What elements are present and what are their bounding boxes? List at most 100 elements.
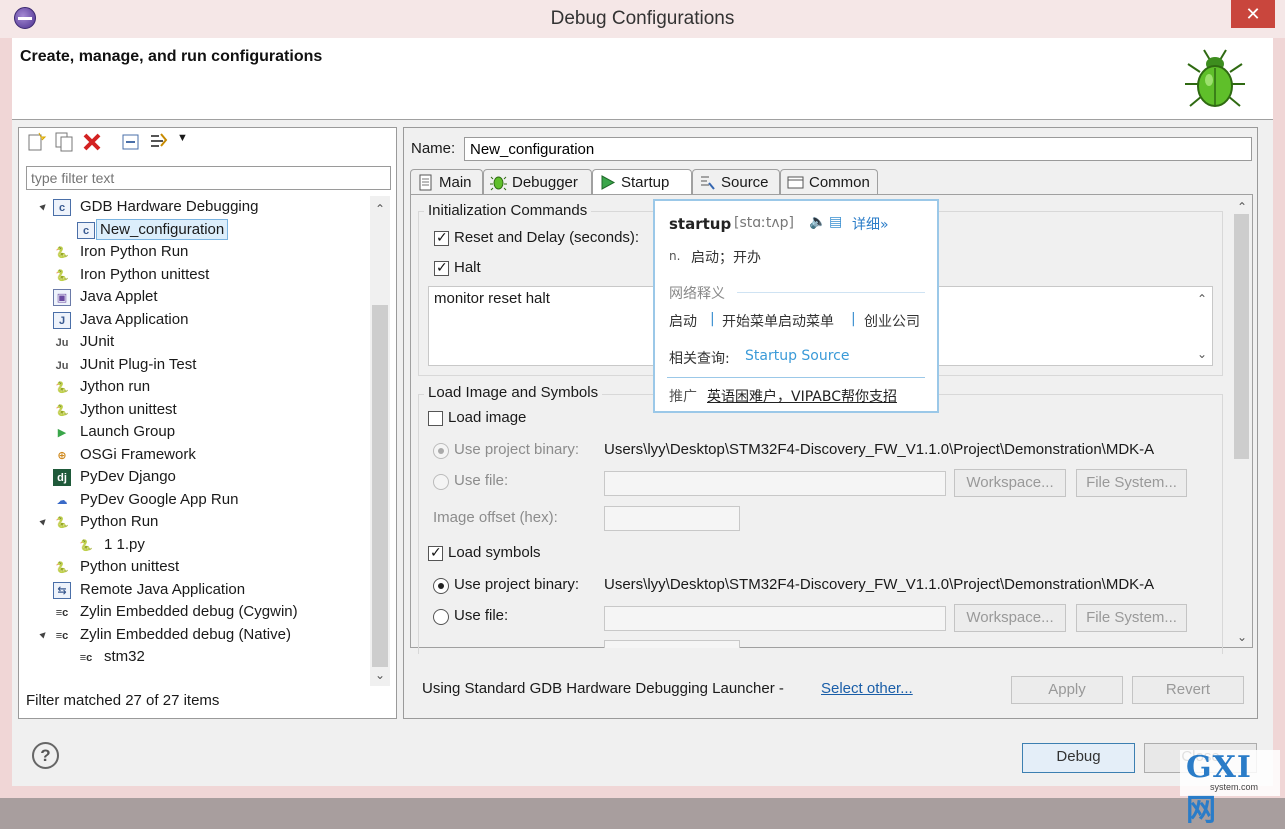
tree-item-label: OSGi Framework xyxy=(80,445,196,463)
filter-icon[interactable] xyxy=(148,131,170,153)
tree-item-label: Java Application xyxy=(80,310,189,328)
filter-input[interactable] xyxy=(26,166,391,190)
dictionary-popup: startup [stɑːtʌp] 🔈 ▤ 详细» n. 启动；开办 网络释义 … xyxy=(653,199,939,413)
close-window-button[interactable]: ✕ xyxy=(1231,0,1275,28)
duplicate-icon[interactable] xyxy=(53,131,75,153)
tree-toolbar: ▼ xyxy=(20,131,200,157)
tree-item[interactable]: ▲ ≡c Zylin Embedded debug (Native) xyxy=(20,624,370,646)
image-file-input[interactable] xyxy=(604,471,946,496)
speaker-icon[interactable]: 🔈 xyxy=(809,214,826,230)
dict-promo-link[interactable]: 英语困难户，VIPABC帮你支招 xyxy=(707,386,897,406)
tree-item[interactable]: ⊕ OSGi Framework xyxy=(20,444,370,466)
launcher-text: Using Standard GDB Hardware Debugging La… xyxy=(422,680,784,697)
python-unittest-icon: 🐍 xyxy=(55,269,69,282)
java-app-icon: J xyxy=(53,311,71,329)
symbols-file-input[interactable] xyxy=(604,606,946,631)
tree-item[interactable]: ▲ 🐍 Python Run xyxy=(20,511,370,533)
tab-main[interactable]: Main xyxy=(410,169,483,195)
load-image-label: Load image xyxy=(448,409,527,426)
help-icon[interactable]: ? xyxy=(32,742,59,769)
expand-twisty-icon[interactable]: ▲ xyxy=(32,511,55,534)
scroll-up-icon[interactable]: ⌃ xyxy=(370,200,390,218)
image-project-binary-radio[interactable] xyxy=(433,443,449,459)
collapse-all-icon[interactable] xyxy=(120,131,142,153)
tree-item[interactable]: 🐍 Jython unittest xyxy=(20,399,370,421)
load-symbols-checkbox[interactable] xyxy=(428,544,443,561)
select-other-link[interactable]: Select other... xyxy=(821,680,913,697)
tree-item[interactable]: ▣ Java Applet xyxy=(20,286,370,308)
reset-delay-checkbox[interactable] xyxy=(434,229,449,246)
image-offset-input[interactable] xyxy=(604,506,740,531)
tree-item-label: 1 1.py xyxy=(104,535,145,553)
tree-item[interactable]: Ju JUnit xyxy=(20,331,370,353)
expand-twisty-icon[interactable]: ▲ xyxy=(32,196,55,219)
symbols-workspace-button[interactable]: Workspace... xyxy=(954,604,1066,632)
image-workspace-button[interactable]: Workspace... xyxy=(954,469,1066,497)
tab-source[interactable]: Source xyxy=(692,169,780,195)
image-filesystem-button[interactable]: File System... xyxy=(1076,469,1187,497)
config-tree: ▲ c GDB Hardware Debugging c New_configurati… xyxy=(20,196,370,671)
tree-item-label: Zylin Embedded debug (Cygwin) xyxy=(80,603,298,620)
scroll-down-icon[interactable]: ⌄ xyxy=(1232,628,1252,646)
scroll-down-icon[interactable]: ⌄ xyxy=(370,666,390,684)
scroll-down-icon[interactable]: ⌄ xyxy=(1192,345,1212,363)
tab-label: Debugger xyxy=(512,174,578,191)
jython-unittest-icon: 🐍 xyxy=(55,404,69,417)
window-title: Debug Configurations xyxy=(550,8,735,29)
image-use-file-radio[interactable] xyxy=(433,474,449,490)
halt-checkbox[interactable] xyxy=(434,259,449,276)
symbols-project-binary-radio[interactable] xyxy=(433,578,449,594)
dict-web-item: 开始菜单启动菜单 xyxy=(722,314,834,330)
symbols-offset-input[interactable] xyxy=(604,640,740,648)
tab-debugger[interactable]: Debugger xyxy=(483,169,592,195)
load-image-checkbox[interactable] xyxy=(428,411,443,426)
tree-item[interactable]: dj PyDev Django xyxy=(20,466,370,488)
tree-item-label: Iron Python unittest xyxy=(80,265,210,283)
tree-item[interactable]: 🐍 Iron Python unittest xyxy=(20,264,370,286)
debug-bug-icon xyxy=(1185,49,1245,107)
debug-button[interactable]: Debug xyxy=(1022,743,1135,773)
tab-common[interactable]: Common xyxy=(780,169,878,195)
window-border xyxy=(1273,38,1285,798)
image-offset-label: Image offset (hex): xyxy=(433,509,558,526)
chevron-down-icon[interactable]: ▼ xyxy=(177,132,188,144)
revert-button[interactable]: Revert xyxy=(1132,676,1244,704)
tree-item[interactable]: 🐍 Iron Python Run xyxy=(20,241,370,263)
content-scrollbar-thumb[interactable] xyxy=(1234,214,1249,459)
tree-item-label: Python Run xyxy=(80,513,159,530)
tree-item[interactable]: J Java Application xyxy=(20,309,370,331)
apply-button[interactable]: Apply xyxy=(1011,676,1123,704)
tree-item[interactable]: 🐍 Jython run xyxy=(20,376,370,398)
tree-item-label: PyDev Google App Run xyxy=(80,490,239,508)
dict-pos: n. xyxy=(669,249,681,263)
tab-label: Source xyxy=(721,174,769,191)
tree-item[interactable]: 🐍 1 1.py xyxy=(20,534,370,556)
tree-item[interactable]: ▲ c GDB Hardware Debugging xyxy=(20,196,370,218)
tree-item[interactable]: Ju JUnit Plug-in Test xyxy=(20,354,370,376)
tree-item[interactable]: 🐍 Python unittest xyxy=(20,556,370,578)
scroll-up-icon[interactable]: ⌃ xyxy=(1192,290,1212,308)
dict-related-link[interactable]: Startup Source xyxy=(745,348,850,364)
expand-twisty-icon[interactable]: ▲ xyxy=(32,623,55,646)
filter-status: Filter matched 27 of 27 items xyxy=(26,692,220,709)
name-input[interactable] xyxy=(464,137,1252,161)
init-group-title: Initialization Commands xyxy=(424,202,592,219)
tree-item[interactable]: ≡c stm32 xyxy=(20,646,370,668)
delete-icon[interactable] xyxy=(81,131,103,153)
tree-item[interactable]: ▶ Launch Group xyxy=(20,421,370,443)
tab-startup[interactable]: Startup xyxy=(592,169,692,195)
new-config-icon[interactable] xyxy=(25,131,47,153)
tree-scrollbar-thumb[interactable] xyxy=(372,305,388,667)
symbols-use-file-radio[interactable] xyxy=(433,609,449,625)
dict-detail-link[interactable]: 详细» xyxy=(852,214,889,234)
remote-java-icon: ⇆ xyxy=(53,581,71,599)
tree-item[interactable]: ⇆ Remote Java Application xyxy=(20,579,370,601)
tree-item[interactable]: ≡c Zylin Embedded debug (Cygwin) xyxy=(20,601,370,623)
tree-item[interactable]: c New_configuration xyxy=(20,218,370,241)
tree-item[interactable]: ☁ PyDev Google App Run xyxy=(20,489,370,511)
scroll-up-icon[interactable]: ⌃ xyxy=(1232,198,1252,216)
symbols-filesystem-button[interactable]: File System... xyxy=(1076,604,1187,632)
python-icon: 🐍 xyxy=(55,247,69,259)
tree-item-label: Jython unittest xyxy=(80,400,177,418)
add-wordbook-icon[interactable]: ▤ xyxy=(829,214,842,230)
